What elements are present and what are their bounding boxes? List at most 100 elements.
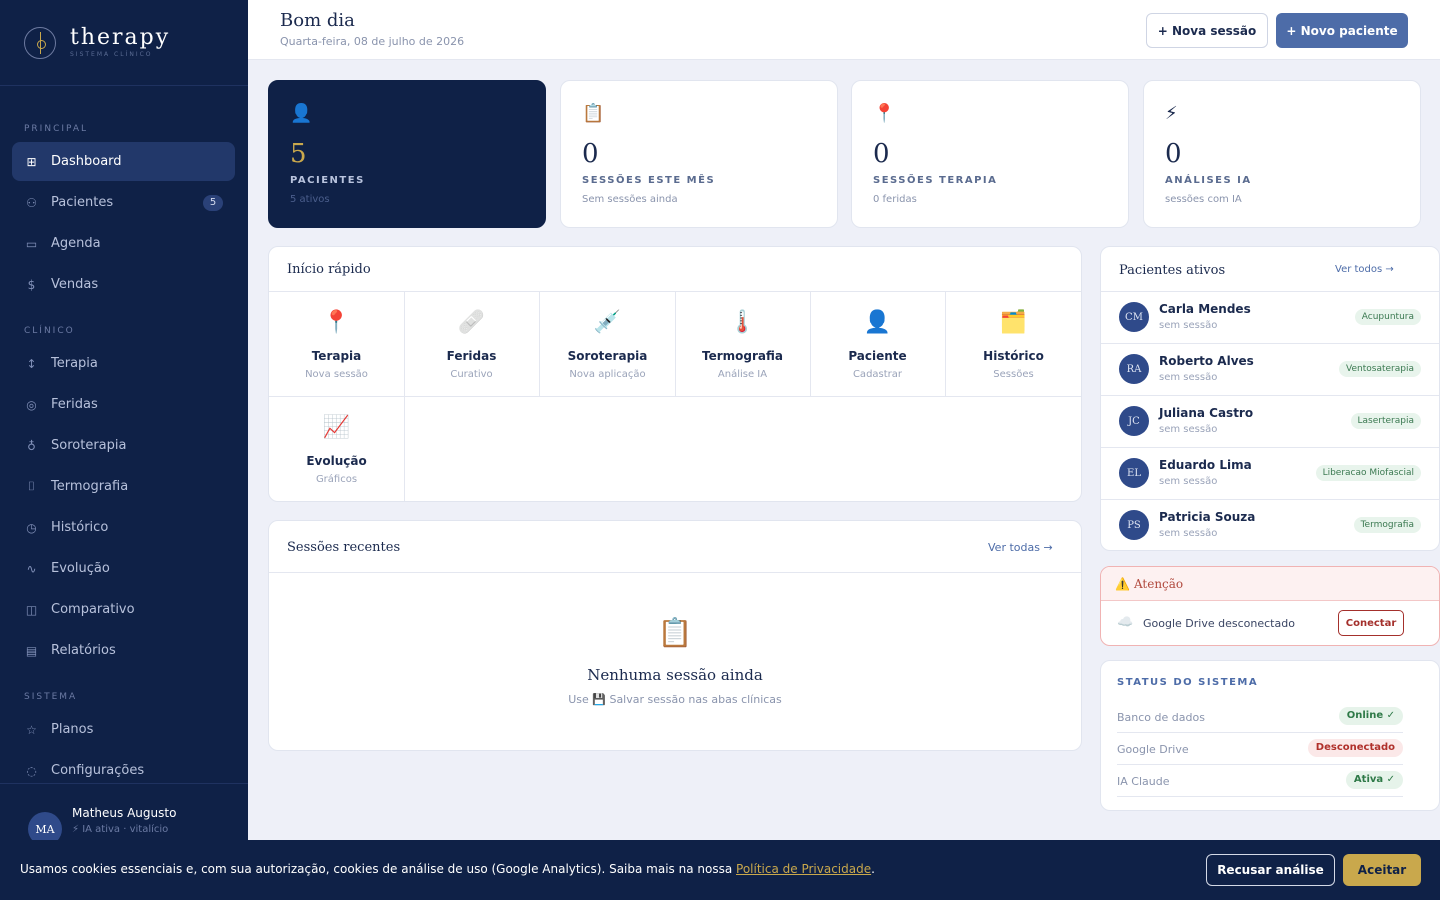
sidebar-item-terapia[interactable]: ↕ Terapia [12,344,235,383]
sidebar-item-evolucao[interactable]: ∿ Evolução [12,549,235,588]
stat-label: SESSÕES TERAPIA [873,175,998,186]
sidebar-item-termografia[interactable]: ⌷ Termografia [12,467,235,506]
sidebar-item-label: Comparativo [51,602,135,617]
sidebar-item-vendas[interactable]: $ Vendas [12,265,235,304]
empty-state-title: Nenhuma sessão ainda [587,666,763,684]
quick-start-paciente[interactable]: 👤 Paciente Cadastrar [810,292,946,397]
quick-start-title: Início rápido [287,262,371,277]
new-patient-button[interactable]: + Novo paciente [1276,13,1408,48]
pin-icon: 📍 [873,103,896,124]
quick-start-grid: 📍 Terapia Nova sessão 🩹 Feridas Curativo… [269,291,1081,501]
sidebar-item-soroterapia[interactable]: ♁ Soroterapia [12,426,235,465]
sidebar-item-label: Histórico [51,520,109,535]
nav-section-sistema: SISTEMA [24,692,78,702]
quick-start-evolucao[interactable]: 📈 Evolução Gráficos [269,397,405,501]
star-icon: ☆ [26,722,37,737]
nav-section-clinico: CLÍNICO [24,326,75,336]
quick-start-label: Termografia [702,349,783,363]
patient-status: sem sessão [1159,372,1218,383]
quick-start-sub: Gráficos [315,474,358,485]
stat-label: ANÁLISES IA [1165,175,1252,186]
quick-start-panel: Início rápido 📍 Terapia Nova sessão 🩹 Fe… [268,246,1082,502]
patient-name: Carla Mendes [1159,302,1251,316]
therapy-tag: Ventosaterapia [1339,361,1421,377]
user-name: Matheus Augusto [72,806,177,820]
avatar: EL [1119,458,1149,488]
quick-start-label: Histórico [983,349,1044,363]
quick-start-termografia[interactable]: 🌡️ Termografia Análise IA [675,292,811,397]
current-date: Quarta-feira, 08 de julho de 2026 [280,35,465,48]
status-row: Google Drive Desconectado [1117,733,1403,765]
status-row: IA Claude Ativa ✓ [1117,765,1403,797]
calendar-icon: ▭ [25,236,38,251]
user-icon: 👤 [863,310,892,335]
alert-header: ⚠️ Atenção [1101,567,1439,601]
brand-subtitle: SISTEMA CLÍNICO [70,51,153,58]
quick-start-historico[interactable]: 🗂️ Histórico Sessões [946,292,1081,397]
patient-status: sem sessão [1159,528,1218,539]
stat-card-pacientes[interactable]: 👤 5 PACIENTES 5 ativos [268,80,546,228]
sidebar-item-feridas[interactable]: ◎ Feridas [12,385,235,424]
sidebar-item-dashboard[interactable]: ⊞ Dashboard [12,142,235,181]
user-status: ⚡ IA ativa · vitalício [72,824,169,835]
sidebar-item-label: Configurações [51,763,145,778]
patient-row[interactable]: RA Roberto Alves sem sessão Ventosaterap… [1101,343,1439,395]
sidebar-item-historico[interactable]: ◷ Histórico [12,508,235,547]
sidebar-item-comparativo[interactable]: ◫ Comparativo [12,590,235,629]
clipboard-icon: 📋 [582,103,605,124]
quick-start-sub: Análise IA [717,369,768,380]
sidebar-item-planos[interactable]: ☆ Planos [12,710,235,749]
patient-name: Roberto Alves [1159,354,1254,368]
folder-icon: 🗂️ [999,310,1028,335]
stat-value: 0 [582,139,599,169]
patient-row[interactable]: EL Eduardo Lima sem sessão Liberacao Mio… [1101,447,1439,499]
stat-sub: Sem sessões ainda [582,194,678,205]
quick-start-terapia[interactable]: 📍 Terapia Nova sessão [269,292,405,397]
quick-start-feridas[interactable]: 🩹 Feridas Curativo [404,292,540,397]
therapy-tag: Laserterapia [1350,413,1421,429]
avatar: PS [1119,510,1149,540]
chart-icon: 📈 [322,415,351,440]
warning-icon: ⚠️ [1115,576,1130,591]
privacy-policy-link[interactable]: Política de Privacidade [736,862,871,876]
connect-button[interactable]: Conectar [1338,610,1404,636]
users-icon: ⚇ [26,195,37,210]
patient-status: sem sessão [1159,476,1218,487]
avatar: RA [1119,354,1149,384]
pin-icon: 📍 [322,310,351,335]
stat-card-sessoes-mes[interactable]: 📋 0 SESSÕES ESTE MÊS Sem sessões ainda [560,80,838,228]
stat-card-sessoes-terapia[interactable]: 📍 0 SESSÕES TERAPIA 0 feridas [851,80,1129,228]
brand[interactable]: therapy SISTEMA CLÍNICO [0,0,248,86]
activity-icon: ∿ [26,561,37,576]
view-all-sessions-link[interactable]: Ver todas → [988,541,1053,554]
sidebar-item-label: Termografia [51,479,129,494]
reject-analytics-button[interactable]: Recusar análise [1206,854,1335,886]
new-session-button[interactable]: + Nova sessão [1146,13,1268,48]
sidebar-item-agenda[interactable]: ▭ Agenda [12,224,235,263]
flask-icon: ♁ [27,438,36,453]
sidebar-item-label: Pacientes [51,195,114,210]
stat-card-analises-ia[interactable]: ⚡ 0 ANÁLISES IA sessões com IA [1143,80,1421,228]
view-all-patients-link[interactable]: Ver todos → [1335,264,1394,275]
sidebar-item-label: Planos [51,722,94,737]
pacientes-count-badge: 5 [203,194,223,211]
clipboard-icon: 📋 [657,616,693,649]
quick-start-soroterapia[interactable]: 💉 Soroterapia Nova aplicação [540,292,676,397]
cookie-message: Usamos cookies essenciais e, com sua aut… [20,862,737,876]
accept-cookies-button[interactable]: Aceitar [1343,854,1421,886]
patient-row[interactable]: CM Carla Mendes sem sessão Acupuntura [1101,291,1439,343]
sidebar-item-label: Vendas [51,277,99,292]
recent-sessions-title: Sessões recentes [287,540,401,555]
sidebar-item-relatorios[interactable]: ▤ Relatórios [12,631,235,670]
status-badge: Desconectado [1307,739,1403,757]
therapy-tag: Acupuntura [1354,309,1421,325]
patient-row[interactable]: JC Juliana Castro sem sessão Laserterapi… [1101,395,1439,447]
sidebar-item-label: Relatórios [51,643,116,658]
sidebar-item-label: Soroterapia [51,438,127,453]
stat-label: SESSÕES ESTE MÊS [582,175,716,186]
sidebar-item-pacientes[interactable]: ⚇ Pacientes 5 [12,183,235,222]
status-label: Google Drive [1117,743,1189,756]
status-row: Banco de dados Online ✓ [1117,701,1403,733]
cookie-text: Usamos cookies essenciais e, com sua aut… [20,862,875,876]
patient-row[interactable]: PS Patricia Souza sem sessão Termografia [1101,499,1439,550]
